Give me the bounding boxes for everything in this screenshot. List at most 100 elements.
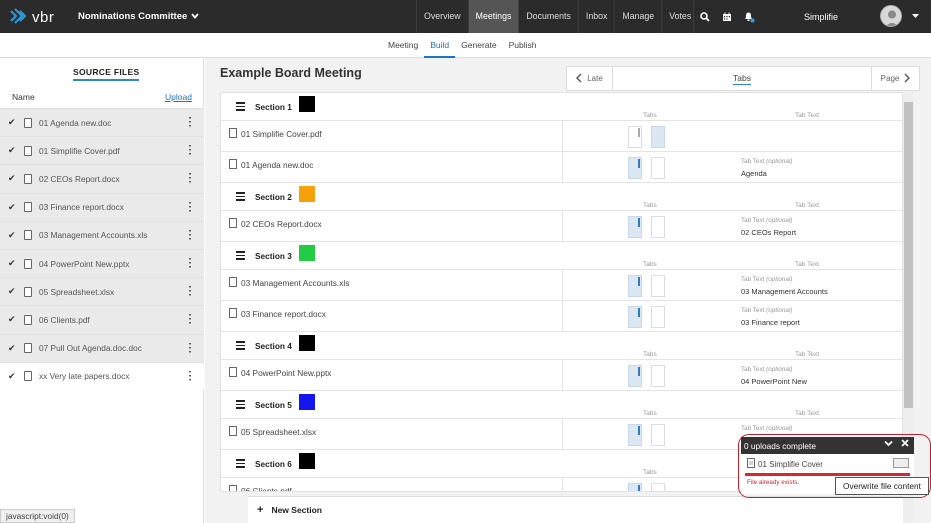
source-file-row[interactable]: ✔ 04 PowerPoint New.pptx · · ·: [0, 248, 204, 278]
tab-position-left[interactable]: [628, 157, 642, 179]
drag-handle-icon[interactable]: [236, 192, 245, 203]
tab-position-right[interactable]: [651, 216, 665, 238]
nav-documents[interactable]: Documents: [518, 0, 578, 33]
section-color-swatch[interactable]: [299, 453, 315, 469]
tab-position-left[interactable]: [628, 126, 642, 148]
close-icon[interactable]: [901, 439, 909, 449]
kebab-menu-icon[interactable]: · · ·: [189, 226, 192, 244]
nav-meetings[interactable]: Meetings: [467, 0, 519, 33]
drag-handle-icon[interactable]: [236, 102, 245, 113]
avatar[interactable]: [880, 5, 902, 27]
tab-marker: [638, 277, 640, 286]
bell-icon[interactable]: [738, 0, 760, 33]
section-color-swatch[interactable]: [299, 335, 315, 351]
tab-build[interactable]: Build: [424, 33, 456, 58]
kebab-menu-icon[interactable]: · · ·: [189, 254, 192, 272]
source-file-row[interactable]: ✔ 07 Pull Out Agenda.doc.doc · · ·: [0, 333, 204, 362]
source-file-row[interactable]: ✔ 05 Spreadsheet.xlsx · · ·: [0, 277, 204, 306]
kebab-menu-icon[interactable]: · · ·: [189, 142, 192, 160]
section-document-row[interactable]: 01 Agenda new.doc Tab Text (optional) Agen…: [221, 152, 902, 183]
tab-position-left[interactable]: [628, 275, 642, 297]
app-logo[interactable]: vbr: [10, 8, 54, 26]
section-document-row[interactable]: 03 Management Accounts.xls Tab Text (opti…: [221, 270, 902, 301]
section-color-swatch[interactable]: [299, 394, 315, 410]
tab-text-placeholder-label: Tab Text: [741, 217, 765, 224]
tab-meeting[interactable]: Meeting: [382, 33, 424, 58]
source-file-row[interactable]: ✔ 02 CEOs Report.docx · · ·: [0, 164, 204, 193]
section-header[interactable]: Section 3 Tabs Tab Text: [221, 242, 902, 270]
tab-publish[interactable]: Publish: [503, 33, 543, 58]
kebab-menu-icon[interactable]: · · ·: [189, 198, 192, 216]
upload-link[interactable]: Upload: [165, 92, 192, 102]
late-button[interactable]: Late: [567, 67, 613, 90]
source-file-name: 03 Management Accounts.xls: [39, 230, 148, 241]
section-document-row[interactable]: 02 CEOs Report.docx Tab Text (optional) 02…: [221, 211, 902, 242]
source-file-row[interactable]: ✔ xx Very late papers.docx · · ·: [0, 361, 204, 390]
calendar-icon[interactable]: [716, 0, 738, 33]
collapse-chevron-icon[interactable]: [884, 439, 893, 449]
nav-overview[interactable]: Overview: [416, 0, 468, 33]
tab-position-left[interactable]: [628, 216, 642, 238]
committee-selector[interactable]: Nominations Committee: [78, 11, 199, 22]
section-header[interactable]: Section 4 Tabs Tab Text: [221, 332, 902, 360]
kebab-menu-icon[interactable]: · · ·: [189, 311, 192, 329]
page-button[interactable]: Page: [871, 67, 919, 90]
kebab-menu-icon[interactable]: · · ·: [189, 114, 192, 132]
section-document-row[interactable]: 04 PowerPoint New.pptx Tab Text (optional…: [221, 360, 902, 391]
scrollbar-thumb[interactable]: [904, 102, 913, 408]
tab-position-left[interactable]: [628, 306, 642, 328]
kebab-menu-icon[interactable]: · · ·: [189, 283, 192, 301]
search-icon[interactable]: [694, 0, 716, 33]
tab-position-left[interactable]: [628, 424, 642, 446]
upload-error: File already exists.: [747, 479, 800, 486]
section-color-swatch[interactable]: [299, 96, 315, 112]
overwrite-icon[interactable]: [893, 458, 909, 468]
document-icon: [24, 117, 32, 128]
user-name[interactable]: Simplifie: [804, 12, 838, 22]
nav-manage[interactable]: Manage: [614, 0, 661, 33]
tab-position-right[interactable]: [651, 306, 665, 328]
tab-position-left[interactable]: [628, 483, 642, 491]
drag-handle-icon[interactable]: [236, 251, 245, 262]
column-divider: [562, 121, 563, 151]
tab-text-input[interactable]: Agenda: [741, 169, 767, 178]
kebab-menu-icon[interactable]: · · ·: [189, 339, 192, 357]
pdf-file-icon: [229, 485, 237, 491]
tabs-view-button[interactable]: Tabs: [613, 67, 871, 90]
new-section-button[interactable]: + New Section: [248, 496, 903, 523]
source-file-row[interactable]: ✔ 03 Finance report.docx · · ·: [0, 192, 204, 221]
nav-inbox[interactable]: Inbox: [577, 0, 615, 33]
source-file-row[interactable]: ✔ 06 Clients.pdf · · ·: [0, 305, 204, 334]
section-document-row[interactable]: 01 Simplifie Cover.pdf: [221, 121, 902, 152]
kebab-menu-icon[interactable]: · · ·: [189, 367, 192, 385]
section-document-row[interactable]: 03 Finance report.docx Tab Text (optional…: [221, 301, 902, 332]
uploads-status: 0 uploads complete: [744, 440, 816, 451]
tab-marker: [638, 308, 640, 317]
tab-text-input[interactable]: 04 PowerPoint New: [741, 377, 807, 386]
tab-position-right[interactable]: [651, 365, 665, 387]
tab-position-right[interactable]: [651, 424, 665, 446]
user-menu[interactable]: [880, 5, 919, 27]
section-header[interactable]: Section 5 Tabs Tab Text: [221, 391, 902, 419]
tab-position-right[interactable]: [651, 126, 665, 148]
section-header[interactable]: Section 1 Tabs Tab Text: [221, 93, 902, 121]
section-color-swatch[interactable]: [299, 245, 315, 261]
tab-position-right[interactable]: [651, 275, 665, 297]
tab-text-input[interactable]: 02 CEOs Report: [741, 228, 796, 237]
tab-text-input[interactable]: 03 Management Accounts: [741, 287, 828, 296]
source-file-row[interactable]: ✔ 01 Agenda new.doc · · ·: [0, 108, 204, 137]
tab-position-right[interactable]: [651, 483, 665, 491]
drag-handle-icon[interactable]: [236, 400, 245, 411]
source-file-row[interactable]: ✔ 03 Management Accounts.xls · · ·: [0, 220, 204, 249]
kebab-menu-icon[interactable]: · · ·: [189, 170, 192, 188]
tab-generate[interactable]: Generate: [455, 33, 502, 58]
tab-position-left[interactable]: [628, 365, 642, 387]
drag-handle-icon[interactable]: [236, 341, 245, 352]
source-file-row[interactable]: ✔ 01 Simplifie Cover.pdf · · ·: [0, 136, 204, 165]
tab-text-input[interactable]: 03 Finance report: [741, 318, 800, 327]
drag-handle-icon[interactable]: [236, 459, 245, 470]
uploads-header: 0 uploads complete: [741, 437, 914, 454]
section-color-swatch[interactable]: [299, 186, 315, 202]
tab-position-right[interactable]: [651, 157, 665, 179]
section-header[interactable]: Section 2 Tabs Tab Text: [221, 183, 902, 211]
